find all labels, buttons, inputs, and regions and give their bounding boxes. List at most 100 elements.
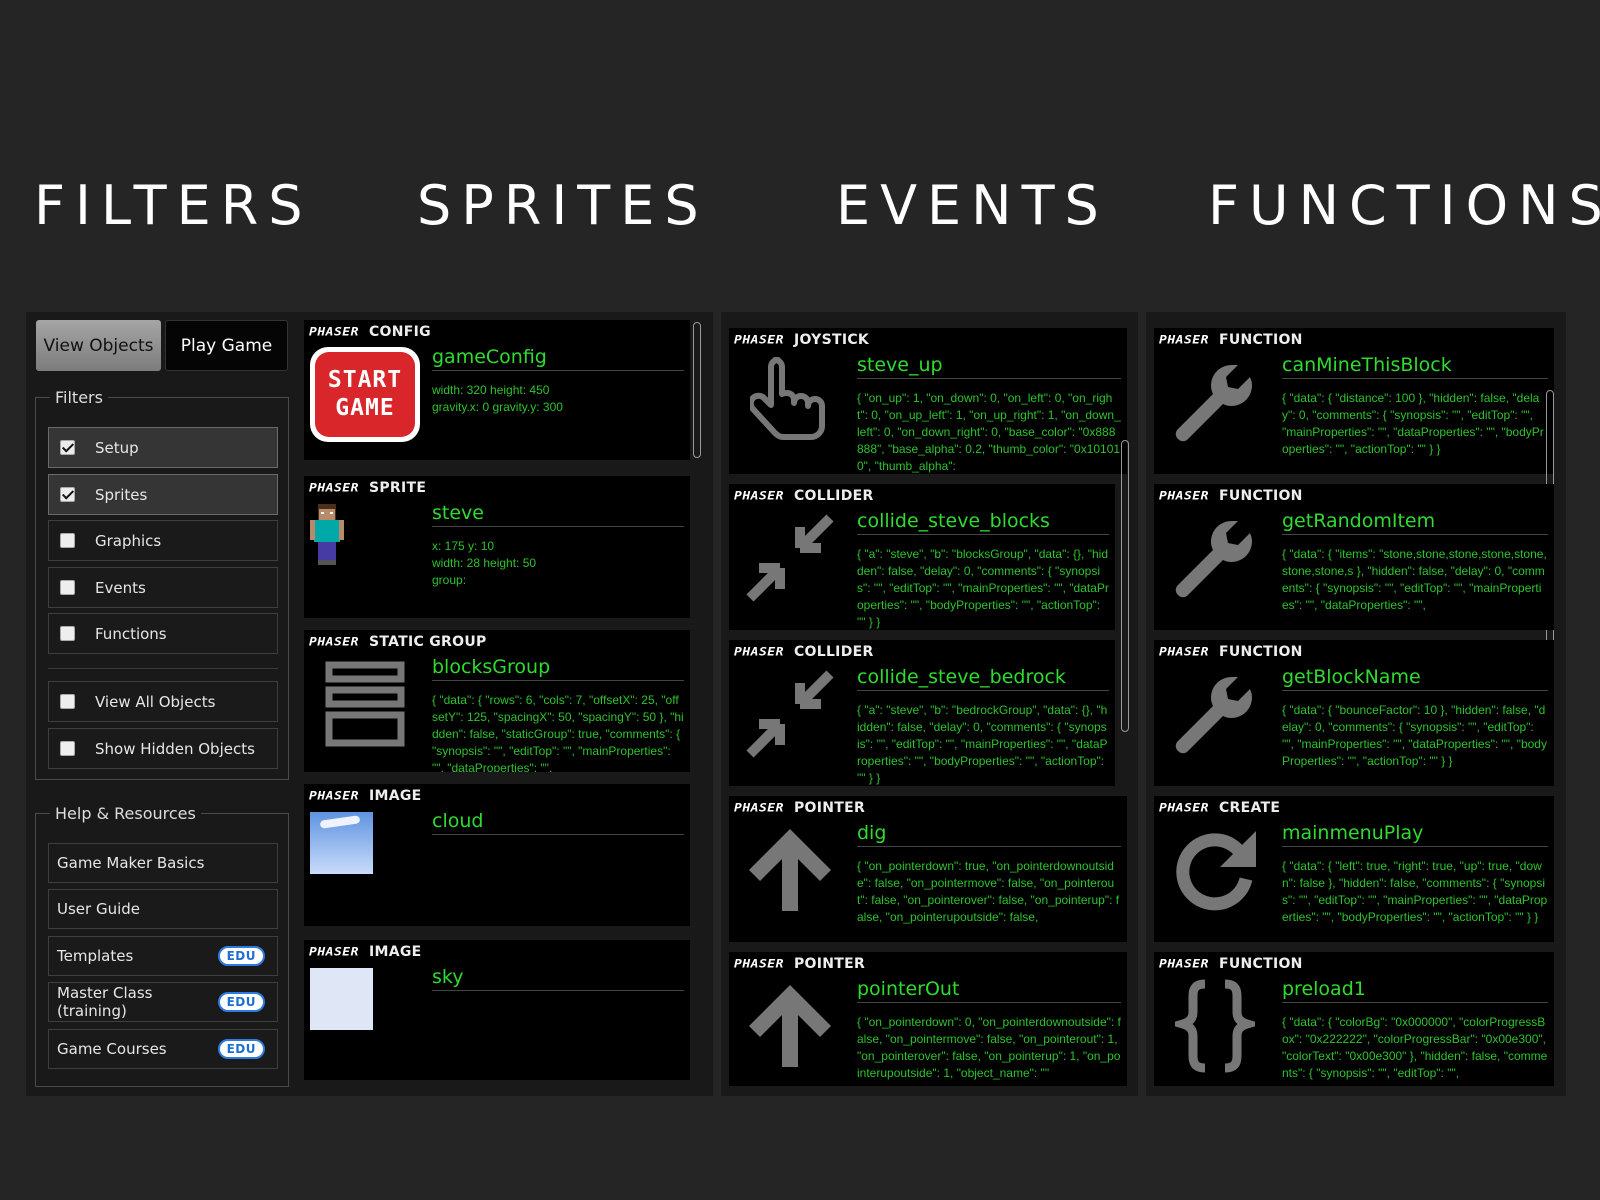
- functions-panel: PHASER FUNCTION canMineThisBlock { "data…: [1146, 312, 1566, 1096]
- object-card-cloud[interactable]: PHASER IMAGE cloud: [304, 784, 690, 926]
- card-type: FUNCTION: [1218, 332, 1303, 348]
- edu-badge: EDU: [217, 946, 265, 966]
- card-title: gameConfig: [432, 346, 684, 371]
- filter-graphics[interactable]: Graphics: [48, 520, 278, 561]
- filter-label: Functions: [95, 624, 167, 643]
- graphics-checkbox[interactable]: [60, 533, 75, 548]
- sprites-checkbox[interactable]: [60, 487, 75, 502]
- object-card-steve-up[interactable]: PHASER JOYSTICK steve_up { "on_up": 1, "…: [729, 328, 1127, 474]
- phaser-logo: PHASER: [309, 635, 359, 649]
- filter-label: Setup: [95, 438, 139, 457]
- object-card-mainmenuplay[interactable]: PHASER CREATE mainmenuPlay { "data": { "…: [1154, 796, 1554, 942]
- sky-image-icon: [310, 964, 420, 1064]
- card-title: collide_steve_blocks: [857, 510, 1109, 535]
- divider: [48, 668, 278, 669]
- events-scrollbar[interactable]: [1121, 440, 1129, 732]
- card-header: PHASER COLLIDER: [734, 488, 874, 504]
- filter-label: Events: [95, 578, 146, 597]
- card-header: PHASER IMAGE: [309, 788, 422, 804]
- card-header: PHASER CREATE: [1159, 800, 1280, 816]
- play-game-button[interactable]: Play Game: [165, 320, 288, 371]
- object-card-steve[interactable]: PHASER SPRITE steve x: 175 y: 10 width: …: [304, 476, 690, 618]
- help-item-game-maker-basics[interactable]: Game Maker Basics: [48, 843, 278, 883]
- card-title: steve_up: [857, 354, 1121, 379]
- phaser-logo: PHASER: [734, 801, 784, 815]
- object-card-blocksgroup[interactable]: PHASER STATIC GROUP blocksGroup { "data"…: [304, 630, 690, 772]
- edu-badge: EDU: [217, 1039, 265, 1059]
- phaser-logo: PHASER: [1159, 957, 1209, 971]
- card-properties: { "data": { "rows": 6, "cols": 7, "offse…: [432, 693, 684, 772]
- object-card-collide-steve-bedrock[interactable]: PHASER COLLIDER collide_steve_bedrock { …: [729, 640, 1115, 786]
- help-item-templates[interactable]: Templates EDU: [48, 936, 278, 976]
- card-title: mainmenuPlay: [1282, 822, 1548, 847]
- object-card-canminethisblock[interactable]: PHASER FUNCTION canMineThisBlock { "data…: [1154, 328, 1554, 474]
- card-type: POINTER: [793, 956, 866, 972]
- filter-events[interactable]: Events: [48, 567, 278, 608]
- card-header: PHASER POINTER: [734, 800, 865, 816]
- card-properties: width: 320 height: 450 gravity.x: 0 grav…: [432, 383, 563, 414]
- card-header: PHASER COLLIDER: [734, 644, 874, 660]
- wrench-icon: [1160, 664, 1270, 764]
- setup-checkbox[interactable]: [60, 440, 75, 455]
- help-item-user-guide[interactable]: User Guide: [48, 889, 278, 929]
- filter-show-hidden-objects[interactable]: Show Hidden Objects: [48, 728, 278, 769]
- card-title: collide_steve_bedrock: [857, 666, 1109, 691]
- object-card-getrandomitem[interactable]: PHASER FUNCTION getRandomItem { "data": …: [1154, 484, 1554, 630]
- events-checkbox[interactable]: [60, 580, 75, 595]
- object-card-getblockname[interactable]: PHASER FUNCTION getBlockName { "data": {…: [1154, 640, 1554, 786]
- arrow-up-icon: [735, 976, 845, 1076]
- object-card-dig[interactable]: PHASER POINTER dig { "on_pointerdown": t…: [729, 796, 1127, 942]
- card-type: CREATE: [1218, 800, 1281, 816]
- card-type: CONFIG: [368, 324, 431, 340]
- card-properties: { "on_pointerdown": 0, "on_pointerdownou…: [857, 1015, 1121, 1080]
- help-item-master-class[interactable]: Master Class (training) EDU: [48, 982, 278, 1022]
- help-item-label: User Guide: [57, 900, 141, 918]
- card-header: PHASER CONFIG: [309, 324, 431, 340]
- help-item-label: Templates: [57, 947, 134, 965]
- card-title: cloud: [432, 810, 684, 835]
- object-card-collide-steve-blocks[interactable]: PHASER COLLIDER collide_steve_blocks { "…: [729, 484, 1115, 630]
- functions-checkbox[interactable]: [60, 626, 75, 641]
- filter-view-all-objects[interactable]: View All Objects: [48, 681, 278, 722]
- card-type: SPRITE: [368, 480, 427, 496]
- object-card-preload1[interactable]: PHASER FUNCTION preload1 { "data": { "co…: [1154, 952, 1554, 1086]
- object-card-pointerout[interactable]: PHASER POINTER pointerOut { "on_pointerd…: [729, 952, 1127, 1086]
- collide-arrows-icon: [735, 664, 845, 764]
- blocks-group-icon: [310, 654, 420, 754]
- filters-legend: Filters: [55, 388, 103, 407]
- card-title: sky: [432, 966, 684, 991]
- card-type: FUNCTION: [1218, 644, 1303, 660]
- object-card-gameconfig[interactable]: PHASER CONFIG START GAME gameConfig widt…: [304, 320, 690, 460]
- card-properties: { "data": { "colorBg": "0x000000", "colo…: [1282, 1015, 1550, 1080]
- card-type: FUNCTION: [1218, 488, 1303, 504]
- wrench-icon: [1160, 352, 1270, 452]
- card-properties: { "data": { "bounceFactor": 10 }, "hidde…: [1282, 703, 1547, 768]
- show-hidden-objects-checkbox[interactable]: [60, 741, 75, 756]
- phaser-logo: PHASER: [1159, 489, 1209, 503]
- phaser-logo: PHASER: [309, 325, 359, 339]
- card-header: PHASER FUNCTION: [1159, 956, 1303, 972]
- filters-group: Filters Setup Sprites Graphics Events Fu…: [35, 388, 289, 780]
- card-title: pointerOut: [857, 978, 1121, 1003]
- card-type: COLLIDER: [793, 488, 874, 504]
- filter-sprites[interactable]: Sprites: [48, 474, 278, 515]
- card-type: JOYSTICK: [793, 332, 870, 348]
- edu-badge: EDU: [217, 992, 265, 1012]
- functions-heading: FUNCTIONS: [1208, 174, 1600, 237]
- card-properties: x: 175 y: 10 width: 28 height: 50 group:: [432, 539, 537, 587]
- help-legend: Help & Resources: [55, 804, 196, 823]
- card-header: PHASER STATIC GROUP: [309, 634, 487, 650]
- card-header: PHASER JOYSTICK: [734, 332, 869, 348]
- help-item-game-courses[interactable]: Game Courses EDU: [48, 1029, 278, 1069]
- filter-label: View All Objects: [95, 692, 216, 711]
- collide-arrows-icon: [735, 508, 845, 608]
- game-label: GAME: [335, 395, 395, 421]
- card-scrollbar[interactable]: [693, 322, 701, 458]
- view-all-objects-checkbox[interactable]: [60, 694, 75, 709]
- filter-setup[interactable]: Setup: [48, 427, 278, 468]
- card-type: FUNCTION: [1218, 956, 1303, 972]
- curly-braces-icon: [1160, 976, 1270, 1076]
- filter-functions[interactable]: Functions: [48, 613, 278, 654]
- object-card-sky[interactable]: PHASER IMAGE sky: [304, 940, 690, 1080]
- view-objects-button[interactable]: View Objects: [36, 320, 161, 371]
